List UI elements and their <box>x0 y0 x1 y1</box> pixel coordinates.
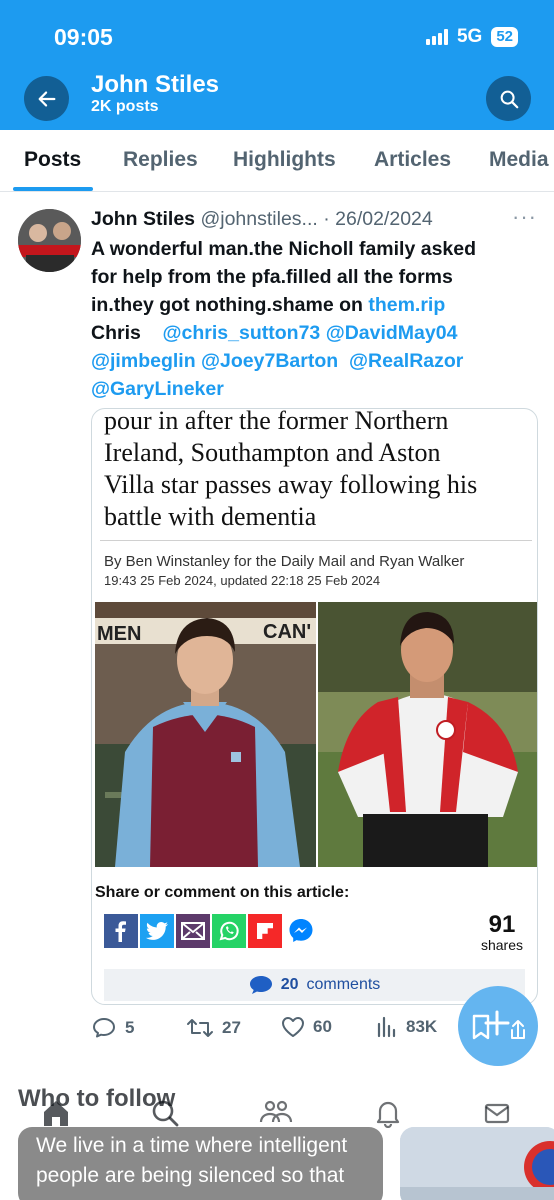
comments-bar[interactable]: 20 comments <box>104 969 525 1001</box>
share-icon-row <box>104 914 318 948</box>
repost-button[interactable]: 27 <box>186 1016 241 1040</box>
article-byline: By Ben Winstanley for the Daily Mail and… <box>104 553 465 570</box>
tweet-author-handle[interactable]: @johnstiles... <box>200 208 317 230</box>
tweet-link[interactable]: them.rip <box>368 294 445 316</box>
share-count-label: shares <box>480 937 523 953</box>
analytics-icon <box>377 1016 396 1038</box>
views-count: 83K <box>406 1017 438 1036</box>
whatsapp-icon[interactable] <box>212 914 246 948</box>
suggestion-text-line: people are being silenced so that <box>36 1164 345 1187</box>
active-tab-indicator <box>13 187 93 191</box>
follow-suggestion-card[interactable] <box>400 1127 554 1200</box>
comments-count: 20 <box>280 976 299 993</box>
tab-articles[interactable]: Articles <box>374 148 451 172</box>
reply-count: 5 <box>125 1018 135 1037</box>
mention-link[interactable]: @DavidMay04 <box>326 322 458 344</box>
mention-link[interactable]: @GaryLineker <box>91 378 224 400</box>
share-count: 91 shares <box>481 911 523 953</box>
flipboard-icon[interactable] <box>248 914 282 948</box>
follow-suggestion-card[interactable]: We live in a time where intelligent peop… <box>18 1127 383 1200</box>
network-type: 5G <box>456 26 483 47</box>
comment-bubble-icon <box>249 976 272 994</box>
headline-line: Ireland, Southampton and Aston <box>104 438 441 467</box>
compose-button[interactable] <box>458 986 538 1066</box>
headline-line: Villa star passes away following his <box>104 470 478 499</box>
reply-button[interactable]: 5 <box>91 1016 134 1040</box>
battery-icon: 52 <box>491 27 518 47</box>
search-button[interactable] <box>486 76 531 121</box>
tweet-header: John Stiles @johnstiles... · 26/02/2024 <box>91 208 433 231</box>
mention-link[interactable]: @Joey7Barton <box>201 350 338 372</box>
profile-tabs: Posts Replies Highlights Articles Media <box>0 130 554 192</box>
mention-link[interactable]: @jimbeglin <box>91 350 196 372</box>
share-title: Share or comment on this article: <box>95 884 350 901</box>
tweet-author-name[interactable]: John Stiles <box>91 208 195 230</box>
article-headline: pour in after the former Northern Irelan… <box>104 408 534 533</box>
signal-icon <box>425 29 448 45</box>
player-photo-southampton <box>318 602 537 867</box>
twitter-icon[interactable] <box>140 914 174 948</box>
compose-plus-icon <box>472 1010 525 1040</box>
tab-posts[interactable]: Posts <box>24 148 81 172</box>
headline-line: battle with dementia <box>104 502 317 531</box>
notifications-bell-icon[interactable] <box>373 1098 403 1133</box>
player-photo-villa: MEN CAN' <box>95 602 316 867</box>
comments-label: comments <box>306 976 381 993</box>
post-count: 2K posts <box>91 98 159 115</box>
tweet-text-line: for help from the pfa.filled all the for… <box>91 266 453 288</box>
tweet-date: · 26/02/2024 <box>323 208 433 230</box>
share-count-number: 91 <box>488 911 516 938</box>
headline-line: pour in after the former Northern <box>104 408 449 435</box>
tweet-actions: 5 27 60 83K <box>91 1016 461 1042</box>
tweet-text: A wonderful man.the Nicholl family asked… <box>91 235 531 403</box>
profile-name: John Stiles <box>91 71 220 98</box>
like-count: 60 <box>313 1017 332 1036</box>
photo-sign-left: MEN <box>97 623 141 645</box>
facebook-icon[interactable] <box>104 914 138 948</box>
tweet-text-line: in.they got nothing.shame on <box>91 294 369 316</box>
email-icon[interactable] <box>176 914 210 948</box>
more-options-icon[interactable]: ··· <box>512 204 537 230</box>
views-button[interactable]: 83K <box>376 1016 437 1038</box>
tweet-text-line: A wonderful man.the Nicholl family asked <box>91 238 477 260</box>
attached-article-image[interactable]: pour in after the former Northern Irelan… <box>91 408 538 1005</box>
back-button[interactable] <box>24 76 69 121</box>
profile-header: 09:05 5G 52 John Stiles 2K posts <box>0 0 554 130</box>
photo-sign-right: CAN' <box>263 621 311 643</box>
avatar[interactable] <box>18 209 81 272</box>
divider <box>100 540 532 541</box>
suggestion-text: We live in a time where intelligent peop… <box>36 1131 376 1191</box>
status-time: 09:05 <box>54 24 113 50</box>
repost-icon <box>187 1019 213 1037</box>
messenger-icon[interactable] <box>284 914 318 948</box>
reply-icon <box>93 1018 115 1038</box>
search-icon <box>500 90 518 108</box>
tab-replies[interactable]: Replies <box>123 148 198 172</box>
arrow-left-icon <box>38 90 55 107</box>
app-screen: 09:05 5G 52 John Stiles 2K posts Posts R… <box>0 0 554 1200</box>
tab-highlights[interactable]: Highlights <box>233 148 336 172</box>
like-button[interactable]: 60 <box>281 1016 332 1038</box>
repost-count: 27 <box>222 1018 241 1037</box>
suggestion-text-line: We live in a time where intelligent <box>36 1134 348 1157</box>
mention-link[interactable]: @RealRazor <box>349 350 463 372</box>
article-dateline: 19:43 25 Feb 2024, updated 22:18 25 Feb … <box>104 573 381 588</box>
tab-media[interactable]: Media <box>489 148 549 172</box>
mention-link[interactable]: @chris_sutton73 <box>163 322 321 344</box>
status-indicators: 5G 52 <box>425 26 518 48</box>
tweet-text-line: Chris <box>91 322 141 344</box>
heart-icon <box>282 1017 304 1037</box>
